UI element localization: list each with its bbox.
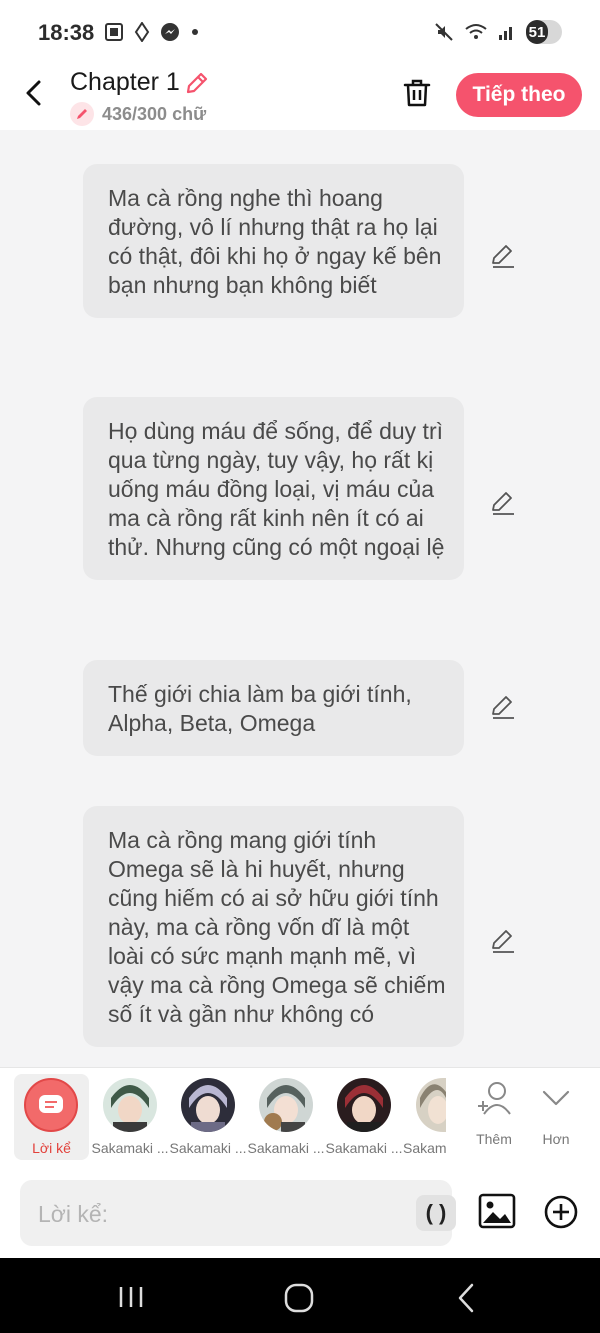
character-option[interactable]: Sakamaki ... [325,1078,403,1156]
edit-paragraph-icon[interactable] [490,694,516,720]
character-option[interactable]: Sakamaki ... [247,1078,325,1156]
paragraph-bubble[interactable]: Ma cà rồng nghe thì hoang đường, vô lí n… [83,164,464,318]
edit-dot-icon [70,102,94,126]
system-back-icon[interactable] [455,1282,477,1314]
screenshot-icon [105,23,123,41]
trash-icon[interactable] [402,78,432,108]
add-character-button[interactable]: Thêm [466,1080,522,1147]
status-time: 18:38 [38,20,95,45]
paragraph-bubble[interactable]: Ma cà rồng mang giới tính Omega sẽ là hi… [83,806,464,1047]
character-avatar [337,1078,391,1132]
narrator-option[interactable]: Lời kể [14,1074,89,1160]
status-bar: 18:38 51 [0,0,600,68]
edit-paragraph-icon[interactable] [490,243,516,269]
character-avatar [103,1078,157,1132]
word-count-row: 436/300 chữ [70,102,206,126]
character-avatar [181,1078,235,1132]
next-button[interactable]: Tiếp theo [456,73,582,117]
notification-dot-icon [192,29,198,35]
character-bar: Lời kể Sakamaki ... Sakamaki ... Sakamak… [0,1067,600,1170]
paragraph-bubble[interactable]: Họ dùng máu để sống, để duy trì qua từng… [83,397,464,580]
status-right-icons: 51 [434,20,562,44]
chat-bubble-icon [39,1095,63,1113]
signal-icon [499,27,512,40]
chapter-title[interactable]: Chapter 1 [70,68,180,97]
character-name: Sakamaki ... [91,1140,169,1156]
add-person-icon [478,1082,511,1115]
character-avatar [259,1078,313,1132]
parentheses-button[interactable]: ( ) [416,1195,456,1231]
pencil-icon[interactable] [184,70,210,96]
expand-characters-button[interactable]: Hơn [528,1080,584,1147]
character-name: Sakamaki ... [325,1140,403,1156]
status-left-icons [104,22,200,42]
add-character-label: Thêm [476,1131,512,1147]
character-option[interactable]: Sakamaki ... [169,1078,247,1156]
character-name: Sakamaki ... [169,1140,247,1156]
image-icon[interactable] [478,1192,516,1230]
home-icon[interactable] [283,1282,315,1314]
editor-header: Chapter 1 436/300 chữ Tiếp theo [0,68,600,130]
expand-label: Hơn [542,1131,570,1147]
character-avatar [416,1078,446,1132]
paragraph-bubble[interactable]: Thế giới chia làm ba giới tính, Alpha, B… [83,660,464,756]
edit-paragraph-icon[interactable] [490,490,516,516]
edit-paragraph-icon[interactable] [490,928,516,954]
plus-circle-icon[interactable] [543,1194,579,1230]
composer: ( ) [0,1170,600,1258]
narrator-label: Lời kể [32,1140,71,1156]
chevron-down-icon [542,1090,570,1106]
back-arrow-icon[interactable] [20,78,50,108]
word-count: 436/300 chữ [102,103,207,124]
composer-field-wrap: ( ) [20,1180,456,1246]
character-option[interactable]: Sakam [403,1078,447,1156]
narration-input[interactable] [36,1196,390,1232]
battery-indicator: 51 [526,20,562,44]
character-name: Sakamaki ... [247,1140,325,1156]
system-nav-bar [0,1258,600,1333]
messenger-icon [161,23,179,41]
character-option[interactable]: Sakamaki ... [91,1078,169,1156]
recents-icon[interactable] [117,1286,145,1308]
character-name: Sakam [403,1140,447,1156]
diamond-icon [134,22,150,42]
narrator-avatar [24,1078,78,1132]
battery-level: 51 [526,20,548,44]
mute-icon [435,23,453,41]
wifi-icon [465,24,487,39]
paragraph-feed[interactable]: Ma cà rồng nghe thì hoang đường, vô lí n… [0,130,600,1067]
